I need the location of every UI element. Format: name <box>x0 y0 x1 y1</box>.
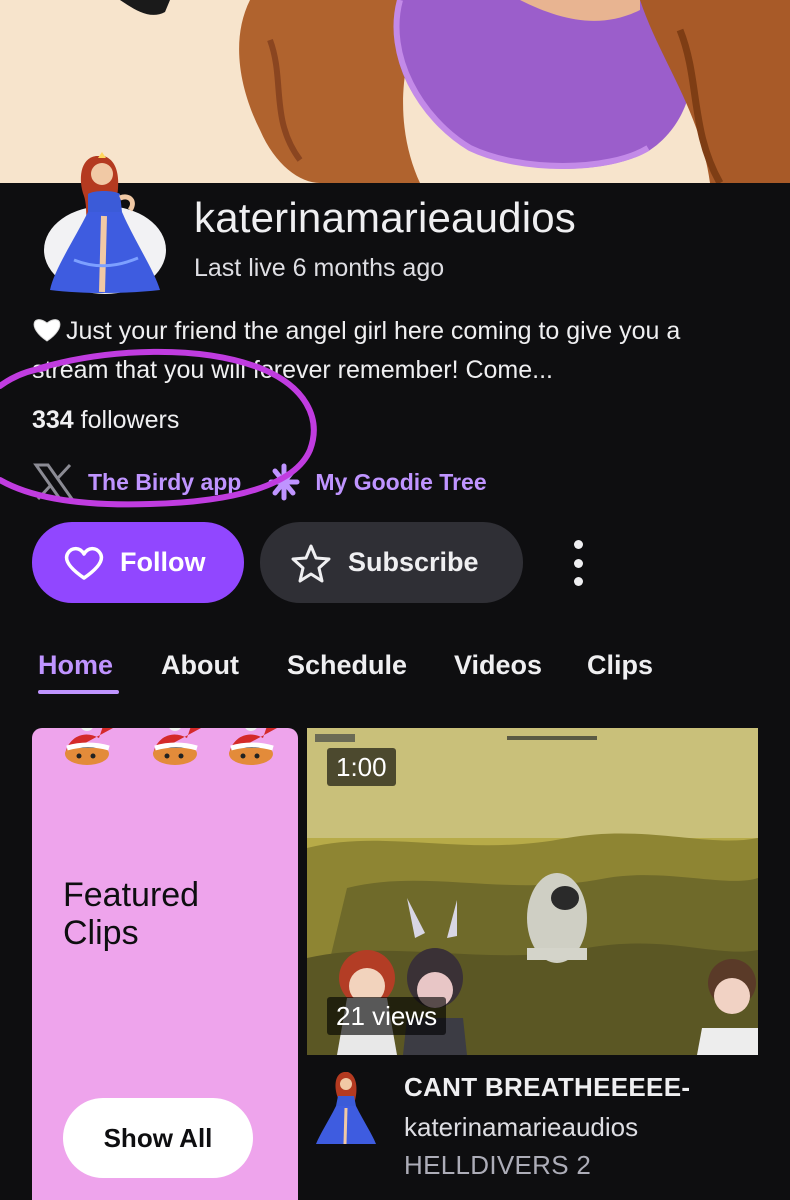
heart-icon <box>64 546 104 580</box>
channel-bio: Just your friend the angel girl here com… <box>32 312 762 390</box>
white-heart-icon <box>33 319 61 342</box>
subscribe-button[interactable]: Subscribe <box>260 522 523 603</box>
x-link[interactable]: The Birdy app <box>32 462 241 502</box>
x-logo-icon <box>33 463 75 501</box>
last-live-status: Last live 6 months ago <box>194 254 445 282</box>
tab-videos[interactable]: Videos <box>454 650 542 681</box>
clip-views: 21 views <box>327 997 447 1035</box>
follow-button-label: Follow <box>120 547 206 577</box>
clip-duration: 1:00 <box>327 748 396 786</box>
followers-label: followers <box>80 406 180 434</box>
followers-count: 334 followers <box>32 406 179 435</box>
featured-clips-card: Featured Clips Show All <box>32 728 298 1200</box>
channel-avatar[interactable] <box>44 150 166 296</box>
tab-about[interactable]: About <box>161 650 239 681</box>
tab-clips[interactable]: Clips <box>587 650 653 681</box>
clip-author-avatar[interactable] <box>314 1070 380 1146</box>
tab-schedule[interactable]: Schedule <box>287 650 407 681</box>
x-link-label: The Birdy app <box>88 468 242 495</box>
bio-text: Just your friend the angel girl here com… <box>32 317 681 384</box>
linktree-icon <box>268 463 300 501</box>
active-tab-indicator <box>38 690 119 694</box>
channel-name: katerinamarieaudios <box>194 194 577 241</box>
follow-button[interactable]: Follow <box>32 522 244 603</box>
star-icon <box>291 544 331 582</box>
more-options-icon[interactable] <box>563 540 593 586</box>
featured-clips-title: Featured Clips <box>63 876 200 952</box>
clip-thumbnail[interactable]: 1:00 21 views <box>307 728 758 1055</box>
clip-author[interactable]: katerinamarieaudios <box>404 1112 638 1143</box>
santa-cat-emotes-icon <box>65 728 277 765</box>
clip-title[interactable]: CANT BREATHEEEEE- <box>404 1072 690 1103</box>
clip-game[interactable]: HELLDIVERS 2 <box>404 1150 591 1181</box>
linktree-link[interactable]: My Goodie Tree <box>267 462 487 502</box>
subscribe-button-label: Subscribe <box>348 547 479 577</box>
social-links: The Birdy app My Goodie Tree <box>32 462 513 502</box>
show-all-button[interactable]: Show All <box>63 1098 253 1178</box>
followers-number: 334 <box>32 406 74 434</box>
linktree-link-label: My Goodie Tree <box>315 468 487 495</box>
tab-home[interactable]: Home <box>38 650 113 681</box>
